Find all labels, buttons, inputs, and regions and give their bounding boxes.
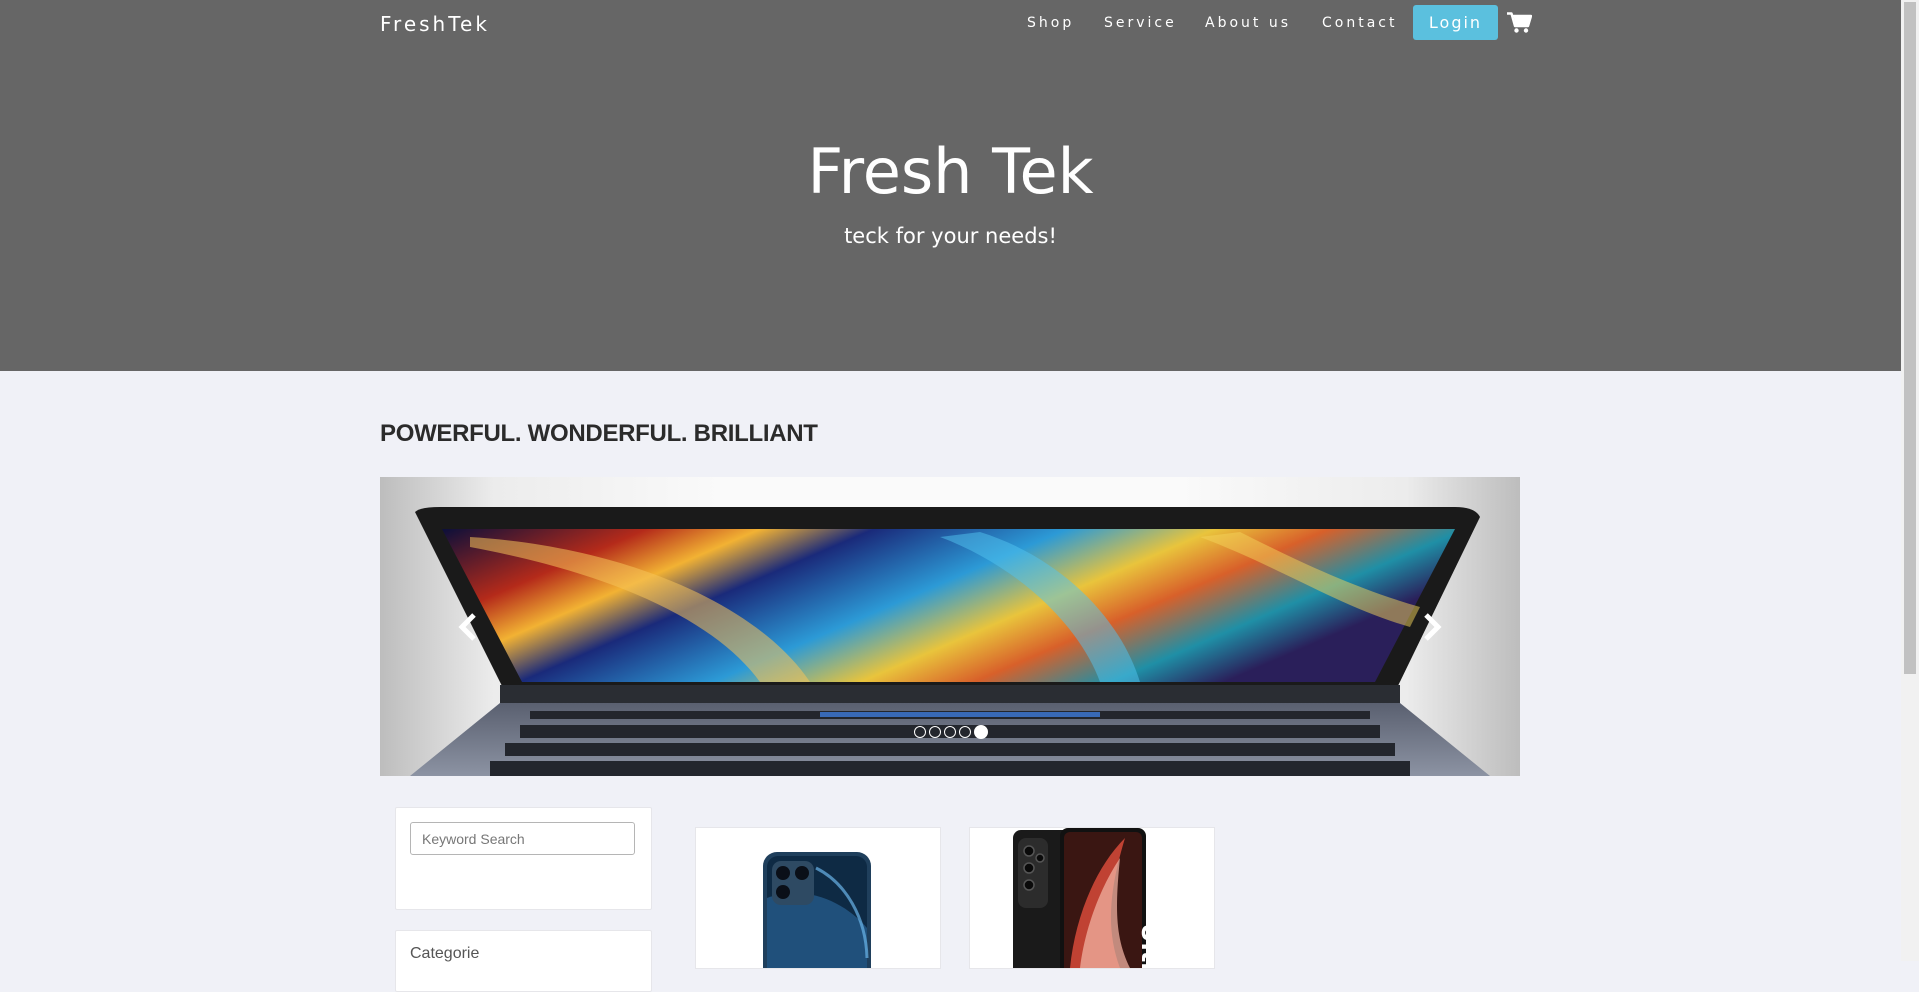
- carousel-indicator-dot[interactable]: [944, 726, 956, 738]
- nav-link-about-us[interactable]: About us: [1205, 15, 1291, 31]
- login-button[interactable]: Login: [1413, 5, 1498, 40]
- nav-link-service[interactable]: Service: [1104, 15, 1177, 31]
- shopping-cart-icon[interactable]: [1507, 12, 1533, 34]
- carousel-indicator-dot[interactable]: [914, 726, 926, 738]
- nav-link-shop[interactable]: Shop: [1027, 15, 1074, 31]
- search-panel: [395, 807, 652, 910]
- hero-title: Fresh Tek: [807, 135, 1094, 208]
- chevron-right-icon: [1424, 613, 1442, 641]
- page-scrollbar[interactable]: [1901, 0, 1919, 961]
- ultra-5g-badge: Ultra 5G: [1136, 923, 1164, 968]
- product-card[interactable]: Ultra 5G: [969, 827, 1215, 992]
- product-card[interactable]: [695, 827, 941, 982]
- image-carousel: [380, 477, 1520, 776]
- keyword-search-input[interactable]: [410, 822, 635, 855]
- carousel-indicator-dot[interactable]: [974, 725, 988, 739]
- chevron-left-icon: [458, 613, 476, 641]
- category-panel: Categorie: [395, 930, 652, 992]
- scrollbar-thumb[interactable]: [1904, 2, 1916, 674]
- section-title: POWERFUL. WONDERFUL. BRILLIANT: [380, 420, 818, 447]
- galaxy-product-image: Ultra 5G: [1013, 828, 1164, 992]
- carousel-next-button[interactable]: [1412, 607, 1452, 647]
- brand-logo[interactable]: FreshTek: [380, 12, 490, 36]
- carousel-prev-button[interactable]: [448, 607, 488, 647]
- carousel-indicator-dot[interactable]: [959, 726, 971, 738]
- carousel-indicator-dot[interactable]: [929, 726, 941, 738]
- category-heading: Categorie: [410, 945, 480, 962]
- hero-subtitle: teck for your needs!: [844, 224, 1057, 248]
- hero-header: FreshTek Shop Service About us Contact L…: [0, 0, 1901, 371]
- nav-link-contact[interactable]: Contact: [1322, 15, 1397, 31]
- page: FreshTek Shop Service About us Contact L…: [0, 0, 1901, 992]
- iphone-product-image: [763, 852, 871, 982]
- carousel-indicators: [914, 725, 988, 740]
